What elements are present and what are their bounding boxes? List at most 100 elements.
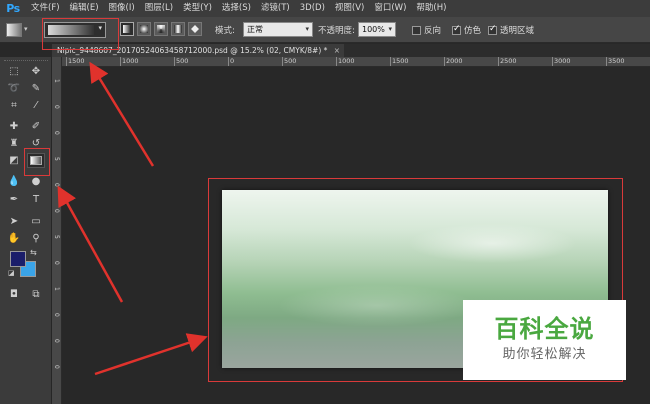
ruler-label: 0 — [53, 313, 60, 317]
shape-tool[interactable]: ▭ — [27, 214, 45, 229]
menu-image[interactable]: 图像(I) — [104, 0, 140, 17]
checkbox-box[interactable] — [452, 24, 461, 35]
transparency-checkbox[interactable]: 透明区域 — [488, 24, 534, 36]
linear-gradient-button[interactable] — [120, 22, 134, 36]
reverse-label: 反向 — [424, 26, 442, 36]
ruler-label: 500 — [176, 57, 189, 65]
ruler-tick — [174, 57, 175, 66]
eyedropper-tool[interactable]: ⁄ — [27, 98, 45, 113]
gradient-tool-highlight — [24, 148, 50, 176]
dither-checkbox[interactable]: 仿色 — [452, 24, 481, 36]
move-tool[interactable]: ✥ — [27, 64, 45, 79]
stamp-tool[interactable]: ♜ — [5, 136, 23, 151]
ruler-tick — [552, 57, 553, 66]
ruler-tick — [66, 57, 67, 66]
ruler-label: 0 — [53, 365, 60, 369]
ruler-tick — [498, 57, 499, 66]
menu-filter[interactable]: 滤镜(T) — [256, 0, 295, 17]
ruler-tick — [336, 57, 337, 66]
angle-gradient-button[interactable] — [154, 22, 168, 36]
ruler-label: 2000 — [446, 57, 463, 65]
ruler-label: 2500 — [500, 57, 517, 65]
chevron-down-icon: ▾ — [388, 25, 392, 33]
zoom-tool[interactable]: ⚲ — [27, 231, 45, 246]
hand-tool[interactable]: ✋ — [5, 231, 23, 246]
radial-gradient-button[interactable] — [137, 22, 151, 36]
reflected-gradient-button[interactable] — [171, 22, 185, 36]
diamond-gradient-button[interactable] — [188, 22, 202, 36]
ruler-tick — [228, 57, 229, 66]
dither-label: 仿色 — [464, 26, 482, 36]
crop-tool[interactable]: ⌗ — [5, 98, 23, 113]
opacity-value: 100% — [362, 25, 385, 34]
menu-layer[interactable]: 图层(L) — [140, 0, 178, 17]
mode-label: 模式: — [215, 26, 235, 36]
screen-mode-icon[interactable]: ⧉ — [27, 287, 45, 302]
transparency-label: 透明区域 — [500, 26, 535, 36]
mode-value: 正常 — [247, 25, 263, 34]
checkbox-box[interactable] — [488, 24, 497, 35]
watermark-subtitle: 助你轻松解决 — [502, 347, 587, 362]
default-colors-icon[interactable]: ◪ — [8, 269, 15, 277]
ruler-tick — [390, 57, 391, 66]
menu-list: 文件(F) 编辑(E) 图像(I) 图层(L) 类型(Y) 选择(S) 滤镜(T… — [26, 0, 451, 17]
ruler-label: 0 — [53, 209, 60, 213]
document-tab-bar: Nipic_9448607_20170524063458712000.psd @… — [52, 44, 650, 57]
watermark: 百科全说 助你轻松解决 — [463, 300, 626, 380]
mode-select[interactable]: 正常 ▾ — [243, 22, 313, 37]
menu-select[interactable]: 选择(S) — [217, 0, 256, 17]
eraser-tool[interactable]: ◩ — [5, 153, 23, 168]
ruler-tick — [606, 57, 607, 66]
path-select-tool[interactable]: ➤ — [5, 214, 23, 229]
ruler-tick — [282, 57, 283, 66]
gradient-picker-highlight — [42, 18, 119, 50]
reverse-checkbox[interactable]: 反向 — [412, 24, 441, 36]
opacity-label: 不透明度: — [318, 26, 355, 36]
ruler-label: 0 — [53, 105, 60, 109]
pen-tool[interactable]: ✒ — [5, 192, 23, 207]
horizontal-ruler[interactable]: 1500100050005001000150020002500300035004… — [62, 57, 650, 67]
menu-view[interactable]: 视图(V) — [330, 0, 369, 17]
close-icon[interactable]: × — [334, 44, 340, 57]
ruler-tick — [120, 57, 121, 66]
menu-3d[interactable]: 3D(D) — [295, 0, 330, 17]
ruler-label: 1500 — [392, 57, 409, 65]
ruler-label: 0 — [230, 57, 235, 65]
lasso-tool[interactable]: ➰ — [5, 81, 23, 96]
photoshop-logo: Ps — [6, 2, 20, 15]
brush-tool[interactable]: ✐ — [27, 119, 45, 134]
chevron-down-icon: ▾ — [305, 25, 309, 33]
foreground-color-swatch[interactable] — [10, 251, 26, 267]
healing-tool[interactable]: ✚ — [5, 119, 23, 134]
menu-type[interactable]: 类型(Y) — [178, 0, 217, 17]
ruler-label: 1500 — [68, 57, 85, 65]
quick-select-tool[interactable]: ✎ — [27, 81, 45, 96]
tool-preset-icon[interactable] — [6, 23, 22, 37]
quick-mask-icon[interactable]: ◘ — [5, 287, 23, 302]
ruler-label: 3000 — [554, 57, 571, 65]
ruler-label: 0 — [53, 131, 60, 135]
dodge-tool[interactable]: ● — [27, 174, 45, 189]
ruler-label: 0 — [53, 261, 60, 265]
menu-edit[interactable]: 编辑(E) — [65, 0, 104, 17]
ruler-label: 1000 — [122, 57, 139, 65]
checkbox-box[interactable] — [412, 25, 421, 35]
ruler-label: 3500 — [608, 57, 625, 65]
ruler-label: 5 — [53, 157, 60, 161]
ruler-label: 5 — [53, 235, 60, 239]
type-tool[interactable]: T — [27, 192, 45, 207]
swap-colors-icon[interactable]: ⇆ — [30, 248, 37, 257]
ruler-label: 1 — [53, 79, 60, 83]
opacity-input[interactable]: 100% ▾ — [358, 22, 396, 37]
tools-panel: ⬚ ✥ ➰ ✎ ⌗ ⁄ ✚ ✐ ♜ ↺ ◩ 💧 ● ✒ T ➤ ▭ ✋ ⚲ ◘ ⧉ ⇆ ◪ — [0, 57, 52, 404]
menu-file[interactable]: 文件(F) — [26, 0, 65, 17]
ruler-label: 0 — [53, 183, 60, 187]
vertical-ruler[interactable]: 1 0 0 5 0 0 5 0 1 0 0 0 — [52, 57, 62, 404]
ruler-label: 1000 — [338, 57, 355, 65]
blur-tool[interactable]: 💧 — [5, 174, 23, 189]
menu-help[interactable]: 帮助(H) — [411, 0, 451, 17]
ruler-label: 500 — [284, 57, 297, 65]
tool-preset-caret-icon[interactable]: ▾ — [24, 25, 28, 33]
marquee-tool[interactable]: ⬚ — [5, 64, 23, 79]
menu-window[interactable]: 窗口(W) — [369, 0, 411, 17]
